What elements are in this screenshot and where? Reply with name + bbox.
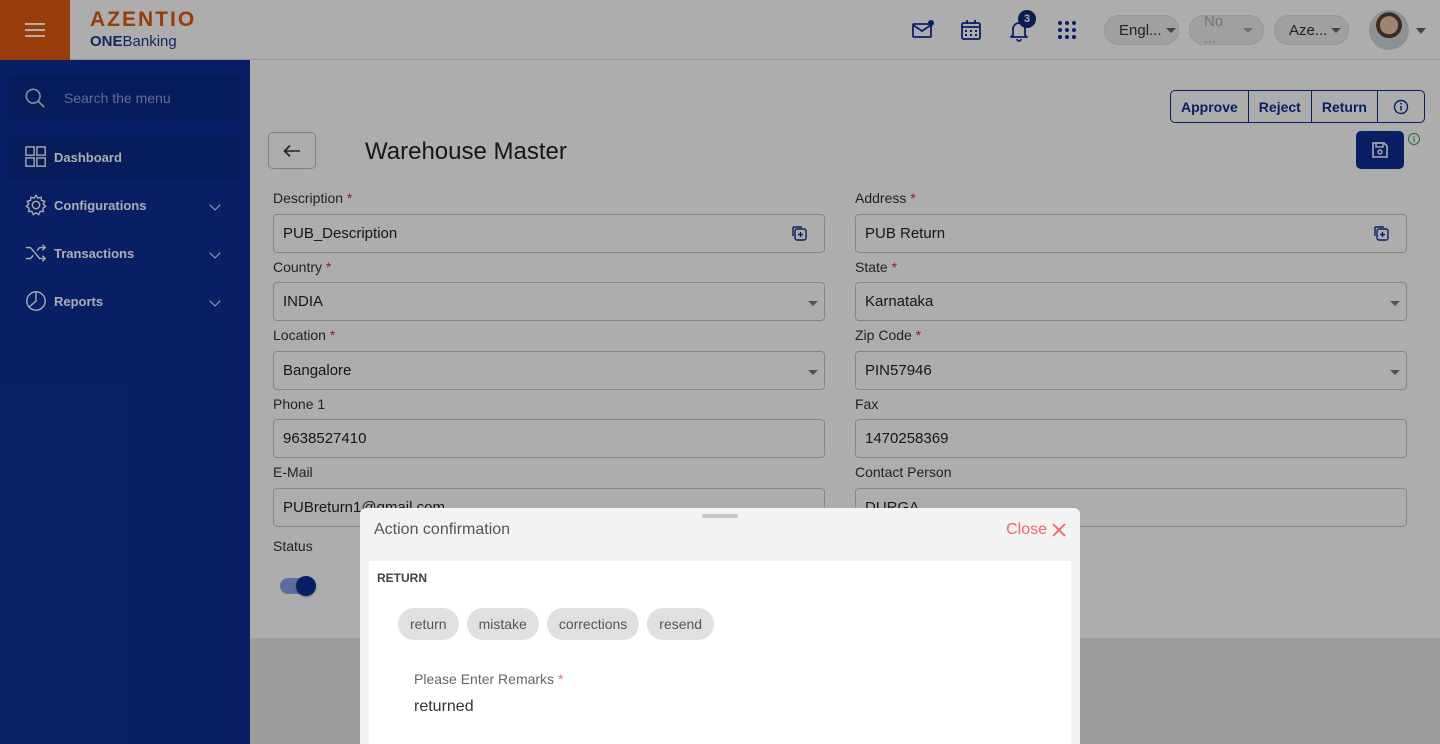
remarks-label: Please Enter Remarks *: [414, 671, 563, 687]
sheet-drag-handle[interactable]: [702, 514, 738, 518]
remarks-input[interactable]: [414, 698, 1034, 716]
chip-resend[interactable]: resend: [647, 608, 715, 640]
sheet-title: Action confirmation: [374, 521, 511, 538]
close-button-label: Close: [1006, 521, 1047, 538]
close-icon: [1052, 523, 1066, 537]
required-mark: *: [557, 671, 564, 687]
sheet-card: RETURN return mistake corrections resend…: [369, 561, 1071, 744]
chip-mistake[interactable]: mistake: [466, 608, 539, 640]
close-button[interactable]: Close: [1006, 521, 1066, 539]
action-confirmation-sheet: Action confirmation Close RETURN return …: [360, 508, 1080, 744]
chip-corrections[interactable]: corrections: [546, 608, 640, 640]
remarks-label-text: Please Enter Remarks: [414, 671, 555, 687]
section-heading: RETURN: [377, 571, 427, 585]
remark-chips: return mistake corrections resend: [398, 608, 715, 640]
chip-return[interactable]: return: [398, 608, 459, 640]
